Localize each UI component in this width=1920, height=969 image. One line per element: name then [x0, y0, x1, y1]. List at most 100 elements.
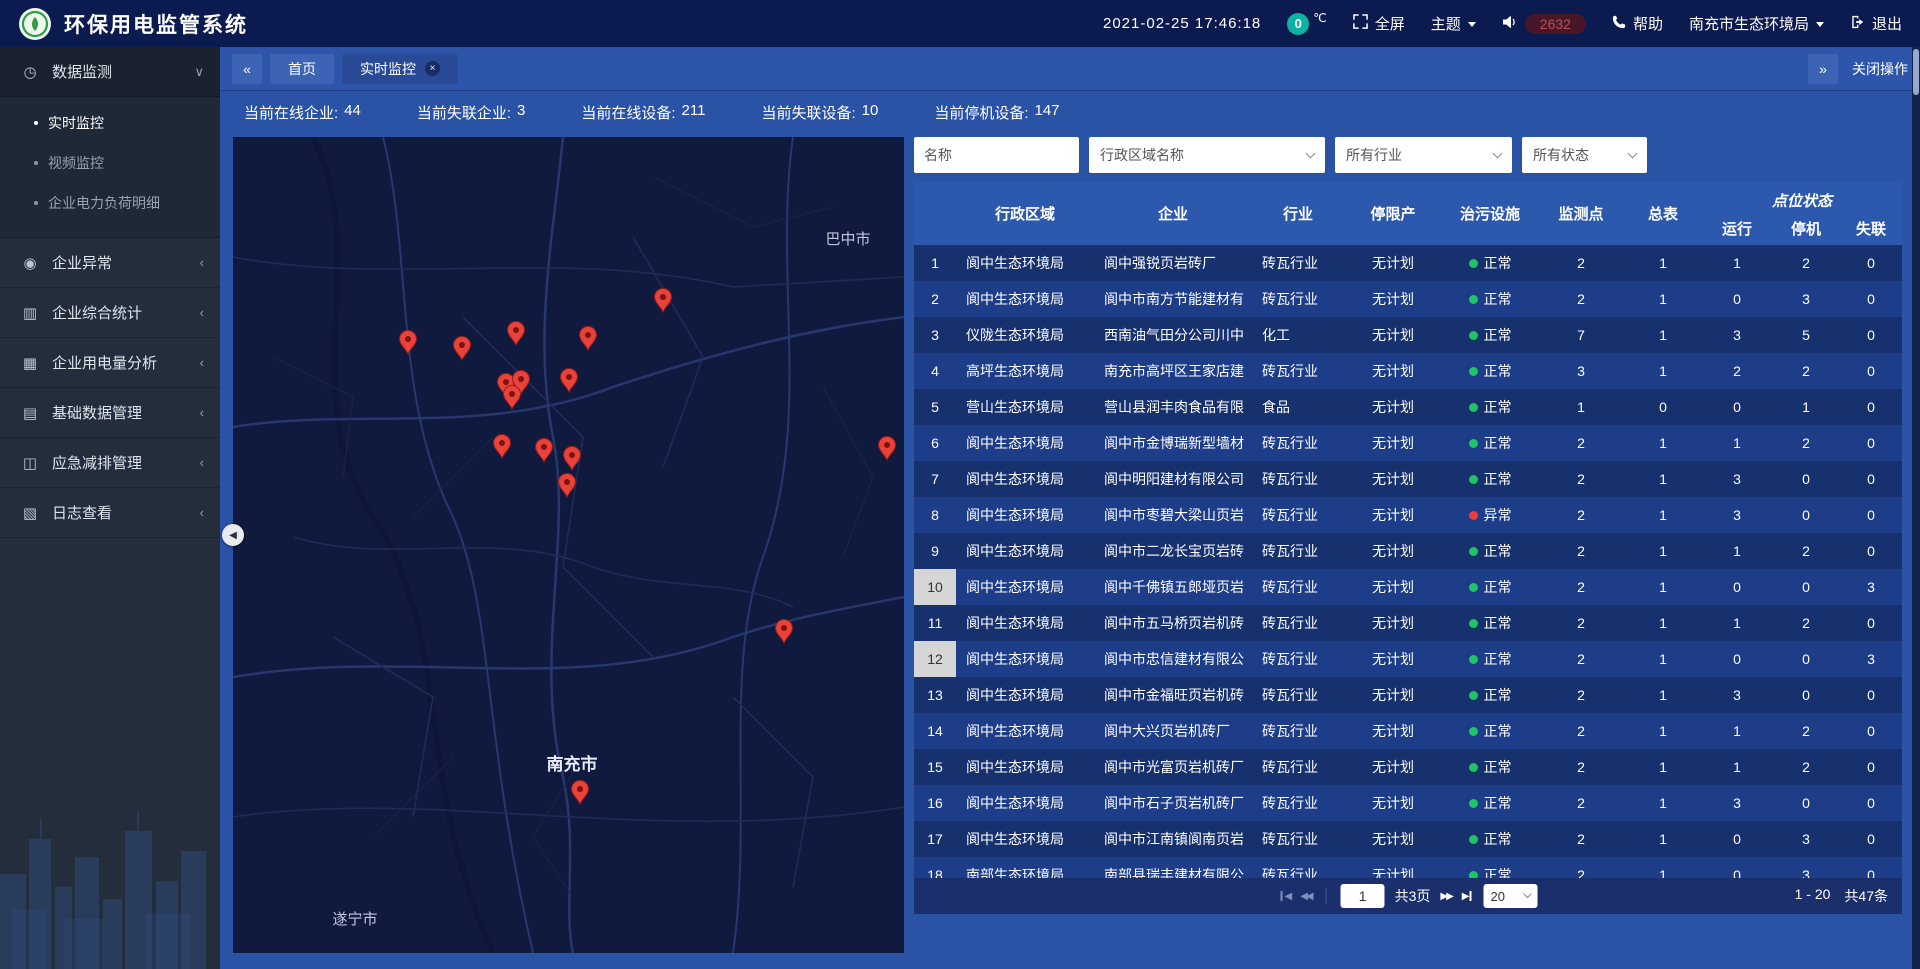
table-body: 1阆中生态环境局阆中强锐页岩砖厂砖瓦行业无计划正常211202阆中生态环境局阆中… [914, 245, 1902, 878]
cell-industry: 砖瓦行业 [1252, 605, 1344, 641]
table-row[interactable]: 11阆中生态环境局阆中市五马桥页岩机砖砖瓦行业无计划正常21120 [914, 605, 1902, 641]
scrollbar-thumb[interactable] [1913, 49, 1919, 95]
last-page-button[interactable]: ▶ [1462, 891, 1474, 902]
page-number-input[interactable] [1341, 884, 1385, 908]
prev-page-button[interactable]: ◀◀ [1300, 891, 1311, 902]
cell-stop: 0 [1772, 641, 1840, 677]
close-operations-button[interactable]: 关闭操作 [1852, 59, 1908, 79]
cell-meter: 1 [1624, 605, 1702, 641]
theme-dropdown[interactable]: 主题 [1431, 13, 1476, 34]
cell-idx: 6 [914, 425, 956, 461]
table-row[interactable]: 12阆中生态环境局阆中市忠信建材有限公砖瓦行业无计划正常21003 [914, 641, 1902, 677]
map-city-label: 南充市 [547, 754, 598, 774]
table-row[interactable]: 15阆中生态环境局阆中市光富页岩机砖厂砖瓦行业无计划正常21120 [914, 749, 1902, 785]
sidebar-section-data-monitoring[interactable]: ◷ 数据监测 ∨ [0, 47, 220, 97]
app-root: 环保用电监管系统 2021-02-25 17:46:18 0 ℃ 全屏 主题 [0, 0, 1920, 969]
sidebar-section-power-analysis[interactable]: ▦ 企业用电量分析 ‹ [0, 338, 220, 388]
sidebar-section-enterprise-abnormal[interactable]: ◉ 企业异常 ‹ [0, 238, 220, 288]
cityscape-illustration [0, 769, 220, 969]
sidebar-section-base-data[interactable]: ▤ 基础数据管理 ‹ [0, 388, 220, 438]
table-row[interactable]: 13阆中生态环境局阆中市金福旺页岩机砖砖瓦行业无计划正常21300 [914, 677, 1902, 713]
fullscreen-button[interactable]: 全屏 [1353, 13, 1405, 34]
cell-meter: 1 [1624, 533, 1702, 569]
sidebar-section-enterprise-statistics[interactable]: ▥ 企业综合统计 ‹ [0, 288, 220, 338]
page-size-select[interactable]: 20 [1483, 884, 1537, 908]
sidebar-section-emergency-reduction[interactable]: ◫ 应急减排管理 ‹ [0, 438, 220, 488]
sidebar-item-realtime-monitor[interactable]: 实时监控 [0, 103, 220, 143]
stat-label: 当前在线企业: [244, 102, 338, 123]
cell-region: 仪陇生态环境局 [956, 317, 1094, 353]
scrollbar-track[interactable] [1912, 47, 1920, 969]
cell-industry: 砖瓦行业 [1252, 497, 1344, 533]
table-row[interactable]: 7阆中生态环境局阆中明阳建材有限公司砖瓦行业无计划正常21300 [914, 461, 1902, 497]
table-row[interactable]: 16阆中生态环境局阆中市石子页岩机砖厂砖瓦行业无计划正常21300 [914, 785, 1902, 821]
table-row[interactable]: 6阆中生态环境局阆中市金博瑞新型墙材砖瓦行业无计划正常21120 [914, 425, 1902, 461]
map[interactable]: 巴中市南充市遂宁市 [233, 137, 904, 953]
right-panel: 行政区域名称 所有行业 所有状态 行政区域 [914, 137, 1902, 953]
chevron-left-icon: ‹ [200, 305, 204, 320]
stat-value: 44 [344, 102, 361, 123]
table-row[interactable]: 17阆中生态环境局阆中市江南镇阆南页岩砖瓦行业无计划正常21030 [914, 821, 1902, 857]
column-header-meter: 总表 [1624, 181, 1702, 245]
status-filter-select[interactable]: 所有状态 [1522, 137, 1647, 173]
sidebar-item-video-monitor[interactable]: 视频监控 [0, 143, 220, 183]
cell-stop: 2 [1772, 749, 1840, 785]
cell-monitor: 2 [1538, 461, 1624, 497]
first-page-button[interactable]: ◀ [1279, 891, 1291, 902]
cell-region: 阆中生态环境局 [956, 821, 1094, 857]
table-row[interactable]: 5营山生态环境局营山县润丰肉食品有限食品无计划正常10010 [914, 389, 1902, 425]
table-row[interactable]: 4高坪生态环境局南充市高坪区王家店建砖瓦行业无计划正常31220 [914, 353, 1902, 389]
name-filter-input[interactable] [914, 137, 1079, 173]
cell-region: 阆中生态环境局 [956, 245, 1094, 281]
column-header-limit: 停限产 [1344, 181, 1442, 245]
alert-icon: ◉ [20, 254, 40, 272]
table-row[interactable]: 10阆中生态环境局阆中千佛镇五郎垭页岩砖瓦行业无计划正常21003 [914, 569, 1902, 605]
alert-group[interactable]: 2632 [1502, 14, 1586, 34]
tab-realtime-monitor[interactable]: 实时监控 × [342, 54, 458, 84]
cell-company: 阆中明阳建材有限公司 [1094, 461, 1252, 497]
cell-industry: 砖瓦行业 [1252, 245, 1344, 281]
cell-stop: 0 [1772, 677, 1840, 713]
cell-idx: 17 [914, 821, 956, 857]
table-row[interactable]: 2阆中生态环境局阆中市南方节能建材有砖瓦行业无计划正常21030 [914, 281, 1902, 317]
cell-stop: 3 [1772, 821, 1840, 857]
cell-company: 阆中市五马桥页岩机砖 [1094, 605, 1252, 641]
table-row[interactable]: 3仪陇生态环境局西南油气田分公司川中化工无计划正常71350 [914, 317, 1902, 353]
sidebar-item-label: 视频监控 [48, 153, 104, 173]
region-filter-select[interactable]: 行政区域名称 [1089, 137, 1325, 173]
table-row[interactable]: 9阆中生态环境局阆中市二龙长宝页岩砖砖瓦行业无计划正常21120 [914, 533, 1902, 569]
tab-close-icon[interactable]: × [425, 61, 440, 76]
sidebar: ◷ 数据监测 ∨ 实时监控 视频监控 企业电力负荷明细 ◉ 企业异常 ‹ ▥ [0, 47, 220, 969]
sidebar-item-label: 企业电力负荷明细 [48, 193, 160, 213]
cell-region: 阆中生态环境局 [956, 533, 1094, 569]
cell-run: 3 [1702, 677, 1772, 713]
next-page-button[interactable]: ▶▶ [1440, 891, 1451, 902]
tab-home[interactable]: 首页 [270, 54, 334, 84]
cell-industry: 食品 [1252, 389, 1344, 425]
map-collapse-button[interactable]: ◀ [222, 524, 244, 546]
status-dot-green [1469, 799, 1478, 808]
tabs-back-button[interactable]: « [232, 54, 262, 84]
content-area: « 首页 实时监控 × » 关闭操作 当前在线企业: 44 当前失联企业: 3 [220, 47, 1920, 969]
sidebar-section-log-view[interactable]: ▧ 日志查看 ‹ [0, 488, 220, 538]
org-dropdown[interactable]: 南充市生态环境局 [1689, 13, 1824, 34]
cell-company: 阆中强锐页岩砖厂 [1094, 245, 1252, 281]
help-button[interactable]: 帮助 [1612, 13, 1663, 34]
sidebar-item-power-load-detail[interactable]: 企业电力负荷明细 [0, 183, 220, 223]
logout-button[interactable]: 退出 [1850, 13, 1902, 34]
cell-meter: 1 [1624, 425, 1702, 461]
sidebar-item-label: 实时监控 [48, 113, 104, 133]
table-row[interactable]: 8阆中生态环境局阆中市枣碧大梁山页岩砖瓦行业无计划异常21300 [914, 497, 1902, 533]
map-panel[interactable]: 巴中市南充市遂宁市 [233, 137, 904, 953]
table-row[interactable]: 14阆中生态环境局阆中大兴页岩机砖厂砖瓦行业无计划正常21120 [914, 713, 1902, 749]
theme-label: 主题 [1431, 13, 1461, 34]
cell-stop: 0 [1772, 497, 1840, 533]
industry-filter-select[interactable]: 所有行业 [1335, 137, 1512, 173]
cell-meter: 1 [1624, 857, 1702, 878]
sidebar-section-label: 企业异常 [52, 252, 188, 273]
table-row[interactable]: 1阆中生态环境局阆中强锐页岩砖厂砖瓦行业无计划正常21120 [914, 245, 1902, 281]
tabs-forward-button[interactable]: » [1808, 54, 1838, 84]
table-row[interactable]: 18南部生态环境局南部县瑞丰建材有限公砖瓦行业无计划正常21030 [914, 857, 1902, 878]
cell-company: 阆中市南方节能建材有 [1094, 281, 1252, 317]
cell-monitor: 2 [1538, 641, 1624, 677]
